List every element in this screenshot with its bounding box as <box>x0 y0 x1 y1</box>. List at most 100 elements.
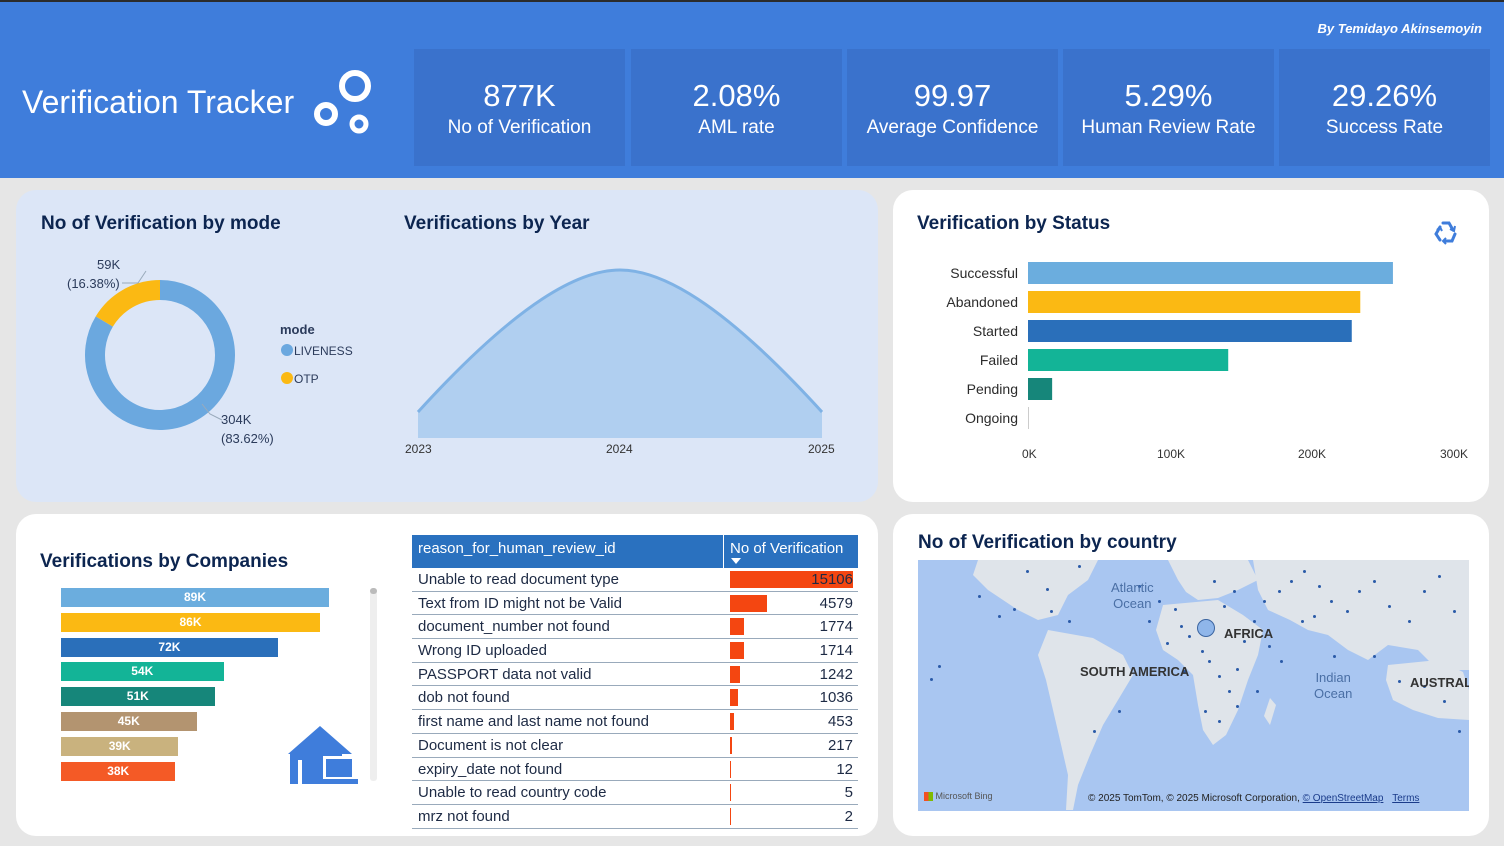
map-dot[interactable] <box>1458 730 1461 733</box>
status-bar-abandoned[interactable] <box>1028 291 1361 313</box>
kpi-card-human-review-rate[interactable]: 5.29% Human Review Rate <box>1063 49 1274 166</box>
map-dot[interactable] <box>1208 660 1211 663</box>
map-dot[interactable] <box>1050 610 1053 613</box>
map-dot[interactable] <box>1423 590 1426 593</box>
company-scrollbar[interactable] <box>370 588 377 781</box>
map-dot[interactable] <box>1398 680 1401 683</box>
map-dot[interactable] <box>1158 600 1161 603</box>
sort-desc-icon[interactable] <box>730 557 742 565</box>
year-area-chart[interactable] <box>410 260 830 440</box>
column-header-count[interactable]: No of Verification <box>730 540 843 557</box>
map-dot[interactable] <box>1301 620 1304 623</box>
map-dot[interactable] <box>1318 585 1321 588</box>
table-row[interactable]: mrz not found 2 <box>412 804 858 829</box>
map-dot[interactable] <box>1228 690 1231 693</box>
table-row[interactable]: Wrong ID uploaded 1714 <box>412 639 858 663</box>
map-dot[interactable] <box>1453 610 1456 613</box>
status-bar-failed[interactable] <box>1028 349 1229 371</box>
company-bar[interactable]: 38K <box>61 761 176 781</box>
company-bar[interactable]: 39K <box>61 736 179 756</box>
map-dot[interactable] <box>1218 675 1221 678</box>
map-dot[interactable] <box>1078 565 1081 568</box>
map-dot[interactable] <box>1358 590 1361 593</box>
map-dot[interactable] <box>1313 615 1316 618</box>
map-dot[interactable] <box>1046 588 1049 591</box>
openstreetmap-link[interactable]: © OpenStreetMap <box>1303 793 1384 804</box>
status-bar-successful[interactable] <box>1028 262 1393 284</box>
table-row[interactable]: dob not found 1036 <box>412 686 858 711</box>
map-dot[interactable] <box>1013 608 1016 611</box>
donut-slice-otp[interactable] <box>95 280 161 328</box>
map-dot[interactable] <box>930 678 933 681</box>
kpi-label: Success Rate <box>1325 117 1444 138</box>
company-scrollbar-thumb[interactable] <box>370 588 377 594</box>
map-dot[interactable] <box>1148 620 1151 623</box>
table-row[interactable]: PASSPORT data not valid 1242 <box>412 662 858 687</box>
table-row[interactable]: Unable to read country code 5 <box>412 781 858 805</box>
status-bar-started[interactable] <box>1028 320 1352 342</box>
company-bar[interactable]: 54K <box>61 662 224 682</box>
map-dot[interactable] <box>938 665 941 668</box>
terms-link[interactable]: Terms <box>1392 793 1419 804</box>
company-bar[interactable]: 72K <box>61 637 278 657</box>
map-dot[interactable] <box>1068 620 1071 623</box>
map-dot[interactable] <box>1373 580 1376 583</box>
map-dot[interactable] <box>1236 705 1239 708</box>
map-dot[interactable] <box>1213 580 1216 583</box>
map-dot[interactable] <box>1373 655 1376 658</box>
map-dot[interactable] <box>1180 625 1183 628</box>
status-bar-pending[interactable] <box>1028 378 1053 400</box>
map-dot[interactable] <box>1253 620 1256 623</box>
table-row[interactable]: first name and last name not found 453 <box>412 710 858 734</box>
legend-otp-label[interactable]: OTP <box>294 372 319 386</box>
kpi-card-success-rate[interactable]: 29.26% Success Rate <box>1279 49 1490 166</box>
table-row[interactable]: Document is not clear 217 <box>412 733 858 758</box>
map-dot[interactable] <box>1223 605 1226 608</box>
map-dot[interactable] <box>1218 720 1221 723</box>
map-dot[interactable] <box>1093 730 1096 733</box>
kpi-card-aml-rate[interactable]: 2.08% AML rate <box>631 49 842 166</box>
status-bar-ongoing[interactable] <box>1028 407 1029 429</box>
map-dot[interactable] <box>1174 608 1177 611</box>
recycle-icon[interactable] <box>1431 219 1461 249</box>
map-dot[interactable] <box>1026 570 1029 573</box>
map-bubble-nigeria[interactable] <box>1197 619 1215 637</box>
table-row[interactable]: Text from ID might not be Valid 4579 <box>412 591 858 616</box>
map-dot[interactable] <box>1443 700 1446 703</box>
map-dot[interactable] <box>1330 600 1333 603</box>
map-dot[interactable] <box>1333 655 1336 658</box>
table-row[interactable]: expiry_date not found 12 <box>412 757 858 782</box>
map-dot[interactable] <box>1204 710 1207 713</box>
map-dot[interactable] <box>1438 575 1441 578</box>
kpi-card-verifications[interactable]: 877K No of Verification <box>414 49 625 166</box>
map-dot[interactable] <box>1280 660 1283 663</box>
status-bar-chart[interactable] <box>1028 260 1458 440</box>
map-dot[interactable] <box>998 615 1001 618</box>
map-dot[interactable] <box>1118 710 1121 713</box>
legend-liveness-label[interactable]: LIVENESS <box>294 344 353 358</box>
map-dot[interactable] <box>1346 610 1349 613</box>
map-dot[interactable] <box>1236 668 1239 671</box>
company-bar[interactable]: 86K <box>61 612 320 632</box>
company-bar[interactable]: 51K <box>61 687 215 707</box>
kpi-card-average-confidence[interactable]: 99.97 Average Confidence <box>847 49 1058 166</box>
column-header-reason[interactable]: reason_for_human_review_id <box>418 540 616 557</box>
map-dot[interactable] <box>1268 645 1271 648</box>
map-dot[interactable] <box>1388 605 1391 608</box>
map-dot[interactable] <box>1263 600 1266 603</box>
map-dot[interactable] <box>978 595 981 598</box>
map-dot[interactable] <box>1188 635 1191 638</box>
company-bar[interactable]: 89K <box>61 588 329 607</box>
map-dot[interactable] <box>1256 690 1259 693</box>
map-dot[interactable] <box>1408 620 1411 623</box>
map-dot[interactable] <box>1233 590 1236 593</box>
map-dot[interactable] <box>1278 590 1281 593</box>
map-dot[interactable] <box>1201 650 1204 653</box>
map-dot[interactable] <box>1290 580 1293 583</box>
map-dot[interactable] <box>1303 570 1306 573</box>
world-map[interactable]: Atlantic Ocean AFRICA SOUTH AMERICA Indi… <box>918 560 1469 811</box>
table-row[interactable]: document_number not found 1774 <box>412 615 858 640</box>
map-dot[interactable] <box>1166 642 1169 645</box>
table-row[interactable]: Unable to read document type 15106 <box>412 568 858 592</box>
company-bar[interactable]: 45K <box>61 712 197 731</box>
